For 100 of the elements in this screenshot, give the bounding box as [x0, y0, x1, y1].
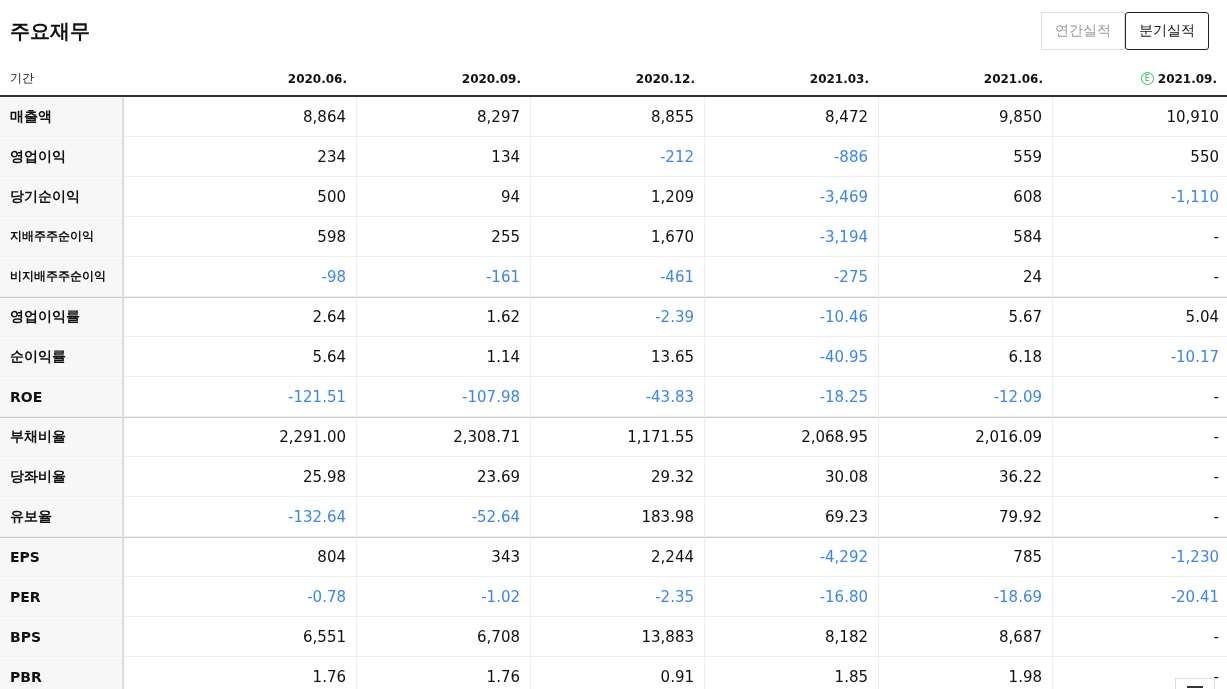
table-cell: - — [1213, 387, 1219, 406]
table-cell: -43.83 — [645, 387, 694, 406]
table-cell: -1,230 — [1170, 548, 1219, 566]
table-cell: 234 — [317, 147, 346, 166]
table-cell: 25.98 — [303, 467, 346, 486]
column-header: 기간 — [10, 70, 34, 87]
table-cell: 79.92 — [999, 507, 1042, 526]
row-header: 순이익률 — [0, 337, 124, 377]
row-header: 매출액 — [0, 97, 124, 137]
row-header: 영업이익 — [0, 137, 124, 177]
section-title: 주요재무 — [10, 17, 90, 45]
table-cell: -132.64 — [288, 507, 346, 526]
table-cell: -2.35 — [655, 587, 694, 606]
column-header: 2021.06. — [983, 71, 1043, 86]
row-header: 부채비율 — [0, 417, 124, 457]
table-cell: 550 — [1190, 147, 1219, 166]
table-cell: -107.98 — [462, 387, 520, 406]
table-cell: 6,708 — [477, 627, 520, 646]
row-header: 당기순이익 — [0, 177, 124, 217]
row-header: 지배주주순이익 — [0, 217, 124, 257]
table-cell: 343 — [491, 548, 520, 566]
table-cell: 9,850 — [999, 107, 1042, 126]
table-cell: - — [1213, 467, 1219, 486]
table-cell: -161 — [485, 267, 520, 286]
table-cell: -461 — [659, 267, 694, 286]
row-header: 영업이익률 — [0, 297, 124, 337]
row-header: 유보율 — [0, 497, 124, 537]
table-cell: 2,291.00 — [279, 428, 346, 446]
table-cell: -3,469 — [819, 187, 868, 206]
line-icon — [1187, 685, 1203, 689]
table-cell: 2,308.71 — [453, 428, 520, 446]
table-cell: 6,551 — [303, 627, 346, 646]
table-cell: -98 — [321, 267, 346, 286]
table-cell: -4,292 — [819, 548, 868, 566]
table-cell: 13.65 — [651, 347, 694, 366]
table-cell: 608 — [1013, 187, 1042, 206]
table-cell: 183.98 — [641, 507, 694, 526]
table-cell: -16.80 — [819, 587, 868, 606]
table-cell: 785 — [1013, 548, 1042, 566]
table-cell: -275 — [833, 267, 868, 286]
table-cell: -20.41 — [1170, 587, 1219, 606]
row-header: EPS — [0, 537, 124, 577]
table-cell: 8,864 — [303, 107, 346, 126]
table-cell: 10,910 — [1166, 107, 1219, 126]
table-cell: 1,171.55 — [627, 428, 694, 446]
table-cell: 804 — [317, 548, 346, 566]
table-cell: - — [1213, 507, 1219, 526]
table-cell: -40.95 — [819, 347, 868, 366]
table-cell: 8,472 — [825, 107, 868, 126]
row-header: 당좌비율 — [0, 457, 124, 497]
table-cell: 8,855 — [651, 107, 694, 126]
table-cell: -10.17 — [1170, 347, 1219, 366]
table-cell: 2,244 — [651, 548, 694, 566]
table-cell: 0.91 — [660, 667, 694, 686]
table-cell: 69.23 — [825, 507, 868, 526]
table-cell: - — [1213, 667, 1219, 686]
table-cell: -18.69 — [993, 587, 1042, 606]
table-cell: - — [1213, 227, 1219, 246]
table-cell: 13,883 — [641, 627, 694, 646]
table-cell: 598 — [317, 227, 346, 246]
period-tab[interactable]: 분기실적 — [1125, 12, 1209, 50]
column-header: 2021.09. — [1157, 71, 1217, 86]
table-cell: 584 — [1013, 227, 1042, 246]
column-header: 2021.03. — [809, 71, 869, 86]
table-cell: 6.18 — [1008, 347, 1042, 366]
table-cell: -12.09 — [993, 387, 1042, 406]
table-cell: 1.85 — [834, 667, 868, 686]
table-cell: 8,687 — [999, 627, 1042, 646]
table-cell: 134 — [491, 147, 520, 166]
column-header: 2020.09. — [461, 71, 521, 86]
row-header: PER — [0, 577, 124, 617]
table-cell: -0.78 — [307, 587, 346, 606]
table-cell: 2.64 — [312, 308, 346, 326]
table-cell: 1.14 — [486, 347, 520, 366]
table-cell: 255 — [491, 227, 520, 246]
table-cell: 2,016.09 — [975, 428, 1042, 446]
table-cell: - — [1213, 428, 1219, 446]
table-cell: -1.02 — [481, 587, 520, 606]
table-cell: 500 — [317, 187, 346, 206]
table-cell: -10.46 — [819, 308, 868, 326]
row-header: 비지배주주순이익 — [0, 257, 124, 297]
table-cell: 5.67 — [1008, 308, 1042, 326]
column-header: 2020.06. — [287, 71, 347, 86]
table-cell: -3,194 — [819, 227, 868, 246]
table-cell: - — [1213, 627, 1219, 646]
table-cell: 1.62 — [486, 308, 520, 326]
table-cell: 1,209 — [651, 187, 694, 206]
table-cell: -2.39 — [655, 308, 694, 326]
row-header: PBR — [0, 657, 124, 689]
table-cell: 24 — [1022, 267, 1042, 286]
row-header: ROE — [0, 377, 124, 417]
table-cell: 1.98 — [1008, 667, 1042, 686]
table-cell: -121.51 — [288, 387, 346, 406]
table-cell: 8,297 — [477, 107, 520, 126]
table-cell: 1.76 — [312, 667, 346, 686]
table-cell: 36.22 — [999, 467, 1042, 486]
table-cell: 1.76 — [486, 667, 520, 686]
column-header: 2020.12. — [635, 71, 695, 86]
table-cell: -1,110 — [1170, 187, 1219, 206]
table-cell: - — [1213, 267, 1219, 286]
